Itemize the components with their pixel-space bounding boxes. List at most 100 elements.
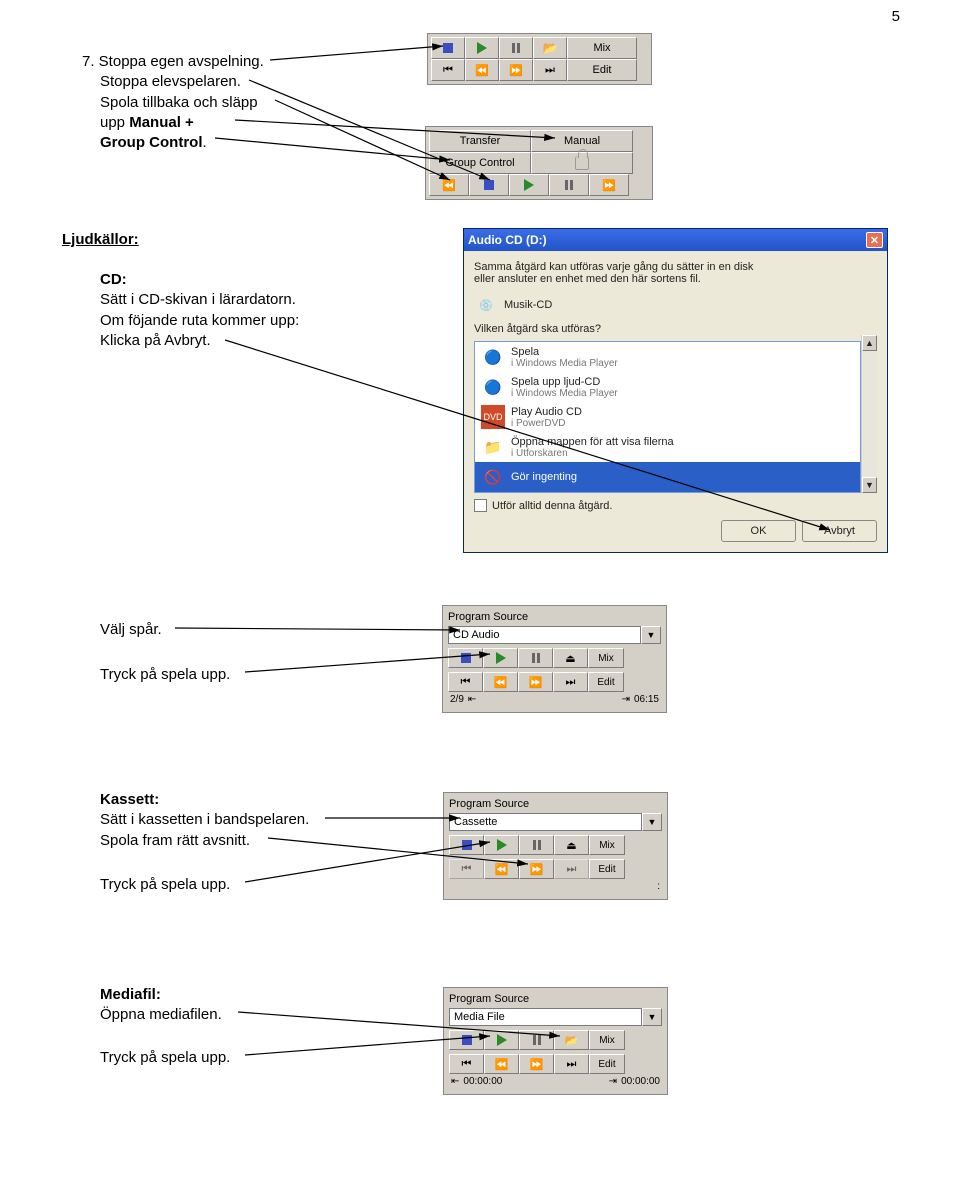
ps-infobar: 2/9 ⇤ ⇥ 06:15 <box>448 692 661 707</box>
eject-button[interactable]: ⏏ <box>553 648 588 668</box>
instr-line: Sätt i CD-skivan i lärardatorn. <box>100 290 400 310</box>
toolbar-row: ⏪ ⏩ <box>429 174 649 196</box>
stop-button[interactable] <box>449 1030 484 1050</box>
wmp-icon: 🔵 <box>481 375 505 399</box>
option-playaudio-wmp[interactable]: 🔵 Spela upp ljud-CD i Windows Media Play… <box>475 372 860 402</box>
autoplay-dialog: Audio CD (D:) ✕ Samma åtgärd kan utföras… <box>463 228 888 553</box>
marker-right-icon: ⇥ <box>622 694 630 705</box>
rewind-button[interactable]: ⏪ <box>484 1054 519 1074</box>
pause-button[interactable] <box>519 1030 554 1050</box>
ok-button[interactable]: OK <box>721 520 796 542</box>
mix-button[interactable]: Mix <box>588 648 624 668</box>
mix-button[interactable]: Mix <box>567 37 637 59</box>
pause-icon <box>533 840 541 850</box>
close-button[interactable]: ✕ <box>866 232 883 248</box>
scroll-up-button[interactable]: ▲ <box>862 335 877 351</box>
open-button[interactable]: 📂 <box>533 37 567 59</box>
play-button[interactable] <box>465 37 499 59</box>
ps-value: CD Audio <box>448 626 641 644</box>
pause-button[interactable] <box>518 648 553 668</box>
skip-end-button[interactable]: ⏭ <box>533 59 567 81</box>
pause-button[interactable] <box>549 174 589 196</box>
option-powerdvd[interactable]: DVD Play Audio CD i PowerDVD <box>475 402 860 432</box>
option-text: Spela i Windows Media Player <box>511 346 618 369</box>
checkbox-label: Utför alltid denna åtgärd. <box>492 500 612 512</box>
skip-end-button[interactable]: ⏭ <box>554 1054 589 1074</box>
ps-label: Program Source <box>449 993 662 1005</box>
ps-select[interactable]: Media File ▼ <box>449 1008 662 1026</box>
forward-button[interactable]: ⏩ <box>499 59 533 81</box>
dropdown-button[interactable]: ▼ <box>642 813 662 831</box>
rewind-button[interactable]: ⏪ <box>429 174 469 196</box>
edit-button[interactable]: Edit <box>588 672 624 692</box>
ps-select[interactable]: CD Audio ▼ <box>448 626 661 644</box>
subhead-cd: CD: <box>100 270 400 290</box>
edit-button[interactable]: Edit <box>589 1054 625 1074</box>
dropdown-button[interactable]: ▼ <box>642 1008 662 1026</box>
stop-button[interactable] <box>431 37 465 59</box>
forward-button[interactable]: ⏩ <box>519 1054 554 1074</box>
mix-button[interactable]: Mix <box>589 1030 625 1050</box>
instr-line: Klicka på Avbryt. <box>100 331 400 351</box>
forward-button[interactable]: ⏩ <box>589 174 629 196</box>
lock-icon <box>575 156 589 170</box>
instr-line: Group Control. <box>100 133 362 153</box>
instr-line: 7. Stoppa egen avspelning. <box>82 52 362 72</box>
pause-button[interactable] <box>499 37 533 59</box>
checkbox[interactable] <box>474 499 487 512</box>
option-list[interactable]: 🔵 Spela i Windows Media Player 🔵 Spela u… <box>474 341 861 493</box>
forward-button[interactable]: ⏩ <box>519 859 554 879</box>
stop-button[interactable] <box>449 835 484 855</box>
scroll-down-button[interactable]: ▼ <box>862 477 877 493</box>
play-icon <box>524 179 534 191</box>
always-checkbox-row[interactable]: Utför alltid denna åtgärd. <box>474 499 877 512</box>
play-button[interactable] <box>509 174 549 196</box>
skip-end-button: ⏭ <box>554 859 589 879</box>
rewind-button[interactable]: ⏪ <box>484 859 519 879</box>
close-icon: ✕ <box>870 234 879 247</box>
play-button[interactable] <box>484 835 519 855</box>
instr-line: Öppna mediafilen. <box>100 1005 400 1025</box>
lock-button[interactable] <box>531 152 633 174</box>
time-display-right: ⇥ 00:00:00 <box>609 1076 660 1087</box>
play-button[interactable] <box>483 648 518 668</box>
pause-button[interactable] <box>519 835 554 855</box>
skip-start-button[interactable]: ⏮ <box>431 59 465 81</box>
pc-row1: ⏏ Mix <box>448 648 661 668</box>
group-control-button[interactable]: Group Control <box>429 152 531 174</box>
instr-line: Sätt i kassetten i bandspelaren. <box>100 810 400 830</box>
forward-button[interactable]: ⏩ <box>518 672 553 692</box>
mix-button[interactable]: Mix <box>589 835 625 855</box>
edit-button[interactable]: Edit <box>567 59 637 81</box>
edit-button[interactable]: Edit <box>589 859 625 879</box>
option-do-nothing[interactable]: 🚫 Gör ingenting <box>475 462 860 492</box>
ps-select[interactable]: Cassette ▼ <box>449 813 662 831</box>
option-open-folder[interactable]: 📁 Öppna mappen för att visa filerna i Ut… <box>475 432 860 462</box>
pc-row2: ⏮ ⏪ ⏩ ⏭ Edit <box>449 859 662 879</box>
transfer-button[interactable]: Transfer <box>429 130 531 152</box>
rewind-button[interactable]: ⏪ <box>483 672 518 692</box>
option-play-wmp[interactable]: 🔵 Spela i Windows Media Player <box>475 342 860 372</box>
dropdown-button[interactable]: ▼ <box>641 626 661 644</box>
open-button[interactable]: 📂 <box>554 1030 589 1050</box>
toolbar-row: ⏮ ⏪ ⏩ ⏭ Edit <box>431 59 648 81</box>
stop-icon <box>461 653 471 663</box>
skip-start-button[interactable]: ⏮ <box>448 672 483 692</box>
stop-button[interactable] <box>448 648 483 668</box>
pc-row2: ⏮ ⏪ ⏩ ⏭ Edit <box>448 672 661 692</box>
ps-infobar: : <box>449 879 662 894</box>
instr-valj-spar: Välj spår. <box>100 620 162 640</box>
eject-button[interactable]: ⏏ <box>554 835 589 855</box>
avbryt-button[interactable]: Avbryt <box>802 520 877 542</box>
subhead-kassett: Kassett: <box>100 790 400 810</box>
skip-start-button[interactable]: ⏮ <box>449 1054 484 1074</box>
scrollbar[interactable]: ▲ ▼ <box>861 335 877 493</box>
rewind-button[interactable]: ⏪ <box>465 59 499 81</box>
play-button[interactable] <box>484 1030 519 1050</box>
skip-end-button[interactable]: ⏭ <box>553 672 588 692</box>
stop-button[interactable] <box>469 174 509 196</box>
dialog-intro: eller ansluter en enhet med den här sort… <box>474 273 877 285</box>
stop-icon <box>484 180 494 190</box>
folder-open-icon: 📂 <box>565 1034 579 1047</box>
stop-icon <box>462 1035 472 1045</box>
